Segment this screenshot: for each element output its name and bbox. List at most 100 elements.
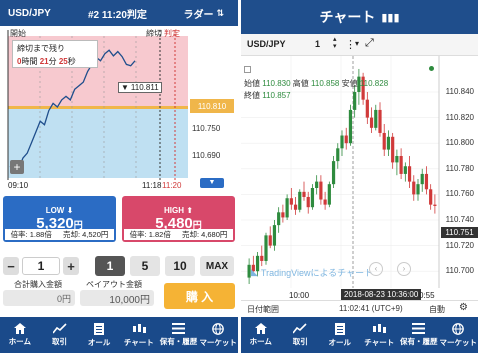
nav-trade[interactable]: 取引 bbox=[40, 317, 80, 353]
nav-holdings[interactable]: 保有・履歴 bbox=[399, 317, 439, 353]
candle-body bbox=[277, 212, 281, 226]
qty-minus-button[interactable]: − bbox=[3, 257, 19, 275]
chart-title: チャート bbox=[319, 9, 376, 25]
auto-scale-toggle[interactable]: 自動 bbox=[429, 304, 445, 315]
fullscreen-icon[interactable]: ⤢ bbox=[365, 37, 374, 50]
nav-chart[interactable]: チャート bbox=[119, 317, 159, 353]
candle-body bbox=[281, 212, 285, 218]
payout-label: ペイアウト金額 bbox=[86, 280, 142, 289]
candle-body bbox=[298, 191, 302, 210]
price-axis-label: 110.720 bbox=[445, 240, 474, 250]
current-price-label: 110.751 bbox=[441, 227, 478, 238]
scroll-right-button[interactable]: › bbox=[397, 262, 411, 276]
price-line bbox=[8, 106, 188, 109]
nav-trade[interactable]: 取引 bbox=[281, 317, 321, 353]
time-axis-label-2: 0:55 bbox=[419, 291, 435, 300]
settings-gear-icon[interactable]: ⚙ bbox=[459, 302, 468, 313]
nav-all[interactable]: オール bbox=[79, 317, 119, 353]
candle-body bbox=[369, 117, 374, 128]
countdown-box: 締切まで残り 0時間 21分 25秒 bbox=[12, 40, 98, 68]
line-chart-icon bbox=[293, 323, 307, 334]
left-bottom-nav: ホーム 取引 オール チャート 保有・履歴 マーケット bbox=[0, 317, 238, 353]
nav-home[interactable]: ホーム bbox=[0, 317, 40, 353]
crosshair-time-label: 2018-08-23 10:36:00 bbox=[341, 289, 422, 300]
candle-body bbox=[399, 156, 403, 174]
candle-body bbox=[395, 156, 399, 163]
zoom-plus-button[interactable]: + bbox=[10, 160, 24, 174]
candle-body bbox=[429, 189, 433, 205]
candle-body bbox=[344, 135, 348, 144]
interval-field[interactable]: 1 bbox=[315, 39, 320, 49]
candle-body bbox=[323, 199, 327, 205]
candle-body bbox=[293, 204, 298, 210]
symbol-field[interactable]: USD/JPY bbox=[247, 39, 286, 49]
qty-plus-button[interactable]: + bbox=[63, 257, 79, 275]
globe-icon bbox=[452, 322, 465, 335]
document-icon bbox=[94, 322, 105, 335]
chart-header: チャート ▮▮▮ bbox=[241, 0, 478, 34]
close-label: 締切 bbox=[146, 29, 162, 38]
start-label: 開始 bbox=[10, 29, 26, 38]
quick-qty-10-button[interactable]: 10 bbox=[165, 256, 195, 276]
candle-body bbox=[272, 225, 277, 246]
chart-toolbar: USD/JPY 1 ▴ ▾ ⋮ ▾ ⤢ bbox=[241, 34, 478, 56]
nav-all[interactable]: オール bbox=[320, 317, 360, 353]
home-icon bbox=[254, 323, 267, 334]
low-zone bbox=[8, 108, 188, 178]
scroll-left-button[interactable]: ‹ bbox=[369, 262, 383, 276]
interval-stepper-icon[interactable]: ▴ ▾ bbox=[333, 36, 337, 50]
nav-market[interactable]: マーケット bbox=[198, 317, 238, 353]
nav-holdings[interactable]: 保有・履歴 bbox=[159, 317, 199, 353]
price-axis-label: 110.700 bbox=[445, 266, 474, 276]
candle-body bbox=[336, 148, 340, 162]
nav-chart[interactable]: チャート bbox=[360, 317, 400, 353]
clock-display[interactable]: 11:02:41 (UTC+9) bbox=[339, 304, 403, 313]
high-label: HIGH ⬆ bbox=[164, 206, 193, 215]
low-button[interactable]: LOW ⬇ 5,320円 倍率: 1.88倍 売却: 4,520円 bbox=[3, 196, 116, 242]
candle-body bbox=[340, 135, 344, 149]
nav-home[interactable]: ホーム bbox=[241, 317, 281, 353]
candle-body bbox=[289, 198, 293, 205]
candle-body bbox=[374, 109, 378, 128]
countdown-value: 0時間 21分 25秒 bbox=[17, 57, 76, 66]
expand-chevron-button[interactable]: ▼ bbox=[200, 178, 224, 188]
price-axis-label: 110.780 bbox=[445, 163, 474, 173]
total-label: 合計購入金額 bbox=[14, 280, 62, 289]
quick-qty-5-button[interactable]: 5 bbox=[130, 256, 160, 276]
candle-body bbox=[433, 204, 437, 206]
nav-market[interactable]: マーケット bbox=[439, 317, 478, 353]
qty-input[interactable]: 1 bbox=[22, 257, 60, 275]
quick-qty-max-button[interactable]: MAX bbox=[200, 256, 234, 276]
mode-selector[interactable]: ラダー ⇅ bbox=[183, 6, 224, 21]
judge-label: 判定 bbox=[164, 29, 180, 38]
candle-body bbox=[382, 132, 386, 150]
globe-icon bbox=[212, 322, 225, 335]
candle-body bbox=[412, 181, 416, 195]
candlestick-icon bbox=[373, 323, 387, 333]
candle-body bbox=[319, 181, 323, 200]
high-button[interactable]: HIGH ⬆ 5,480円 倍率: 1.82倍 売却: 4,680円 bbox=[122, 196, 235, 242]
candle-body bbox=[424, 173, 429, 190]
document-icon bbox=[334, 322, 345, 335]
candle-body bbox=[302, 191, 306, 197]
candle-body bbox=[386, 136, 391, 150]
settings-square-icon[interactable] bbox=[244, 66, 251, 73]
quick-qty-1-button[interactable]: 1 bbox=[95, 256, 125, 276]
chart-footer: 日付範囲 11:02:41 (UTC+9) 自動 ⚙ bbox=[241, 300, 478, 316]
level-tag-2: 110.750 bbox=[192, 124, 221, 133]
time-close: 11:18 bbox=[142, 181, 162, 190]
time-axis-label: 10:00 bbox=[289, 291, 310, 300]
trade-header: USD/JPY #2 11:20判定 ラダー ⇅ bbox=[0, 0, 238, 26]
sort-arrows-icon: ⇅ bbox=[216, 7, 224, 18]
list-icon bbox=[172, 323, 186, 334]
payout-value: 10,000円 bbox=[80, 290, 154, 306]
chevron-down-icon[interactable]: ▾ bbox=[355, 39, 359, 48]
date-range-button[interactable]: 日付範囲 bbox=[247, 304, 279, 315]
level-tag-3: 110.690 bbox=[192, 151, 221, 160]
candle-body bbox=[327, 184, 331, 205]
buy-button[interactable]: 購 入 bbox=[164, 283, 235, 309]
round-label[interactable]: #2 11:20判定 bbox=[88, 6, 147, 21]
pair-label[interactable]: USD/JPY bbox=[8, 8, 51, 19]
down-arrow-icon: ⬇ bbox=[66, 206, 74, 215]
time-judge: 11:20 bbox=[162, 181, 182, 190]
